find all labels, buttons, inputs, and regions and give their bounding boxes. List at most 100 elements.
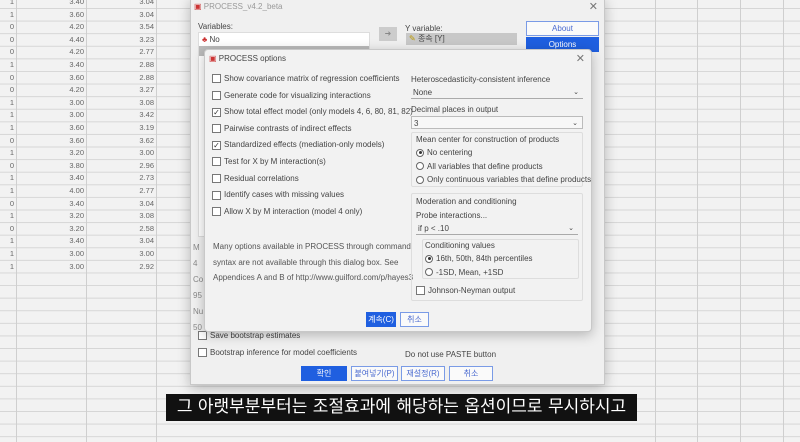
table-cell[interactable]: 2.77 [86, 185, 154, 197]
table-cell[interactable]: 3.60 [16, 72, 84, 84]
hc-select[interactable]: None ⌄ [411, 86, 583, 99]
table-cell[interactable]: 3.62 [86, 135, 154, 147]
table-cell[interactable]: 3.00 [86, 248, 154, 260]
checkbox[interactable]: ✓ [212, 140, 221, 150]
radio-button[interactable] [416, 162, 424, 171]
move-arrow-button[interactable]: ➜ [379, 27, 397, 41]
table-cell[interactable]: 0 [0, 223, 14, 235]
table-cell[interactable]: 3.20 [16, 147, 84, 159]
table-cell[interactable]: 3.19 [86, 122, 154, 134]
table-cell[interactable]: 3.60 [16, 9, 84, 21]
table-cell[interactable]: 0 [0, 34, 14, 46]
table-cell[interactable]: 3.04 [86, 198, 154, 210]
table-cell[interactable]: 1 [0, 122, 14, 134]
option-checkbox[interactable]: Test for X by M interaction(s) [212, 157, 413, 174]
table-cell[interactable]: 4.20 [16, 84, 84, 96]
checkbox[interactable] [212, 124, 221, 134]
list-item[interactable]: ♣ No [199, 33, 369, 46]
table-cell[interactable]: 4.20 [16, 46, 84, 58]
save-bootstrap-checkbox[interactable]: Save bootstrap estimates [198, 331, 300, 341]
radio-option[interactable]: Only continuous variables that define pr… [416, 173, 591, 187]
cancel-button[interactable]: 취소 [449, 366, 493, 381]
table-cell[interactable]: 1 [0, 59, 14, 71]
radio-button[interactable] [425, 268, 433, 277]
table-cell[interactable]: 4.00 [16, 185, 84, 197]
table-cell[interactable]: 3.40 [16, 198, 84, 210]
table-cell[interactable]: 3.20 [16, 223, 84, 235]
table-cell[interactable]: 3.40 [16, 172, 84, 184]
checkbox[interactable] [212, 74, 221, 84]
table-cell[interactable]: 3.08 [86, 210, 154, 222]
table-cell[interactable]: 2.58 [86, 223, 154, 235]
table-cell[interactable]: 3.40 [16, 59, 84, 71]
checkbox[interactable] [212, 157, 221, 167]
option-checkbox[interactable]: Generate code for visualizing interactio… [212, 91, 413, 108]
close-icon[interactable]: ✕ [589, 0, 598, 13]
table-cell[interactable]: 1 [0, 109, 14, 121]
table-cell[interactable]: 3.54 [86, 21, 154, 33]
table-cell[interactable]: 4.40 [16, 34, 84, 46]
table-cell[interactable]: 1 [0, 235, 14, 247]
table-cell[interactable]: 3.00 [86, 147, 154, 159]
option-checkbox[interactable]: Show covariance matrix of regression coe… [212, 74, 413, 91]
table-cell[interactable]: 3.00 [16, 261, 84, 273]
table-cell[interactable]: 3.00 [16, 97, 84, 109]
table-cell[interactable]: 2.92 [86, 261, 154, 273]
option-checkbox[interactable]: Identify cases with missing values [212, 190, 413, 207]
option-checkbox[interactable]: Residual correlations [212, 174, 413, 191]
table-cell[interactable]: 3.04 [86, 9, 154, 21]
table-cell[interactable]: 1 [0, 210, 14, 222]
table-cell[interactable]: 3.42 [86, 109, 154, 121]
table-cell[interactable]: 3.20 [16, 210, 84, 222]
table-cell[interactable]: 4.20 [16, 21, 84, 33]
option-checkbox[interactable]: Allow X by M interaction (model 4 only) [212, 207, 413, 224]
decimal-select[interactable]: 3 ⌄ [411, 116, 583, 129]
option-checkbox[interactable]: Pairwise contrasts of indirect effects [212, 124, 413, 141]
continue-button[interactable]: 계속(C) [366, 312, 396, 327]
option-checkbox[interactable]: ✓ Show total effect model (only models 4,… [212, 107, 413, 124]
table-cell[interactable]: 2.88 [86, 72, 154, 84]
table-cell[interactable]: 1 [0, 147, 14, 159]
table-cell[interactable]: 3.60 [16, 135, 84, 147]
table-cell[interactable]: 3.00 [16, 248, 84, 260]
table-cell[interactable]: 1 [0, 97, 14, 109]
table-cell[interactable]: 3.27 [86, 84, 154, 96]
table-cell[interactable]: 2.77 [86, 46, 154, 58]
radio-button[interactable] [416, 148, 424, 157]
checkbox[interactable]: ✓ [212, 107, 221, 117]
checkbox[interactable] [212, 190, 221, 200]
probe-select[interactable]: if p < .10 ⌄ [416, 222, 578, 235]
table-cell[interactable]: 1 [0, 248, 14, 260]
close-icon[interactable]: ✕ [576, 52, 585, 65]
table-cell[interactable]: 1 [0, 172, 14, 184]
option-checkbox[interactable]: ✓ Standardized effects (mediation-only mo… [212, 140, 413, 157]
table-cell[interactable]: 0 [0, 135, 14, 147]
radio-button[interactable] [416, 175, 424, 184]
table-cell[interactable]: 3.80 [16, 160, 84, 172]
table-cell[interactable]: 0 [0, 160, 14, 172]
table-cell[interactable]: 0 [0, 84, 14, 96]
table-cell[interactable]: 3.40 [16, 0, 84, 8]
radio-option[interactable]: -1SD, Mean, +1SD [425, 266, 533, 280]
johnson-neyman-checkbox[interactable]: Johnson-Neyman output [416, 286, 515, 296]
checkbox[interactable] [416, 286, 425, 296]
table-cell[interactable]: 3.04 [86, 0, 154, 8]
table-cell[interactable]: 2.88 [86, 59, 154, 71]
table-cell[interactable]: 0 [0, 46, 14, 58]
y-variable-field[interactable]: ✎ 종속 [Y] [406, 33, 517, 45]
table-cell[interactable]: 2.73 [86, 172, 154, 184]
table-cell[interactable]: 1 [0, 0, 14, 8]
checkbox[interactable] [198, 348, 207, 358]
radio-button[interactable] [425, 254, 433, 263]
radio-option[interactable]: No centering [416, 146, 591, 160]
table-cell[interactable]: 3.04 [86, 235, 154, 247]
table-cell[interactable]: 0 [0, 21, 14, 33]
table-cell[interactable]: 0 [0, 72, 14, 84]
table-cell[interactable]: 1 [0, 185, 14, 197]
table-cell[interactable]: 3.00 [16, 109, 84, 121]
checkbox[interactable] [212, 90, 221, 100]
cancel-button[interactable]: 취소 [400, 312, 429, 327]
table-cell[interactable]: 3.40 [16, 235, 84, 247]
table-cell[interactable]: 3.60 [16, 122, 84, 134]
table-cell[interactable]: 0 [0, 198, 14, 210]
